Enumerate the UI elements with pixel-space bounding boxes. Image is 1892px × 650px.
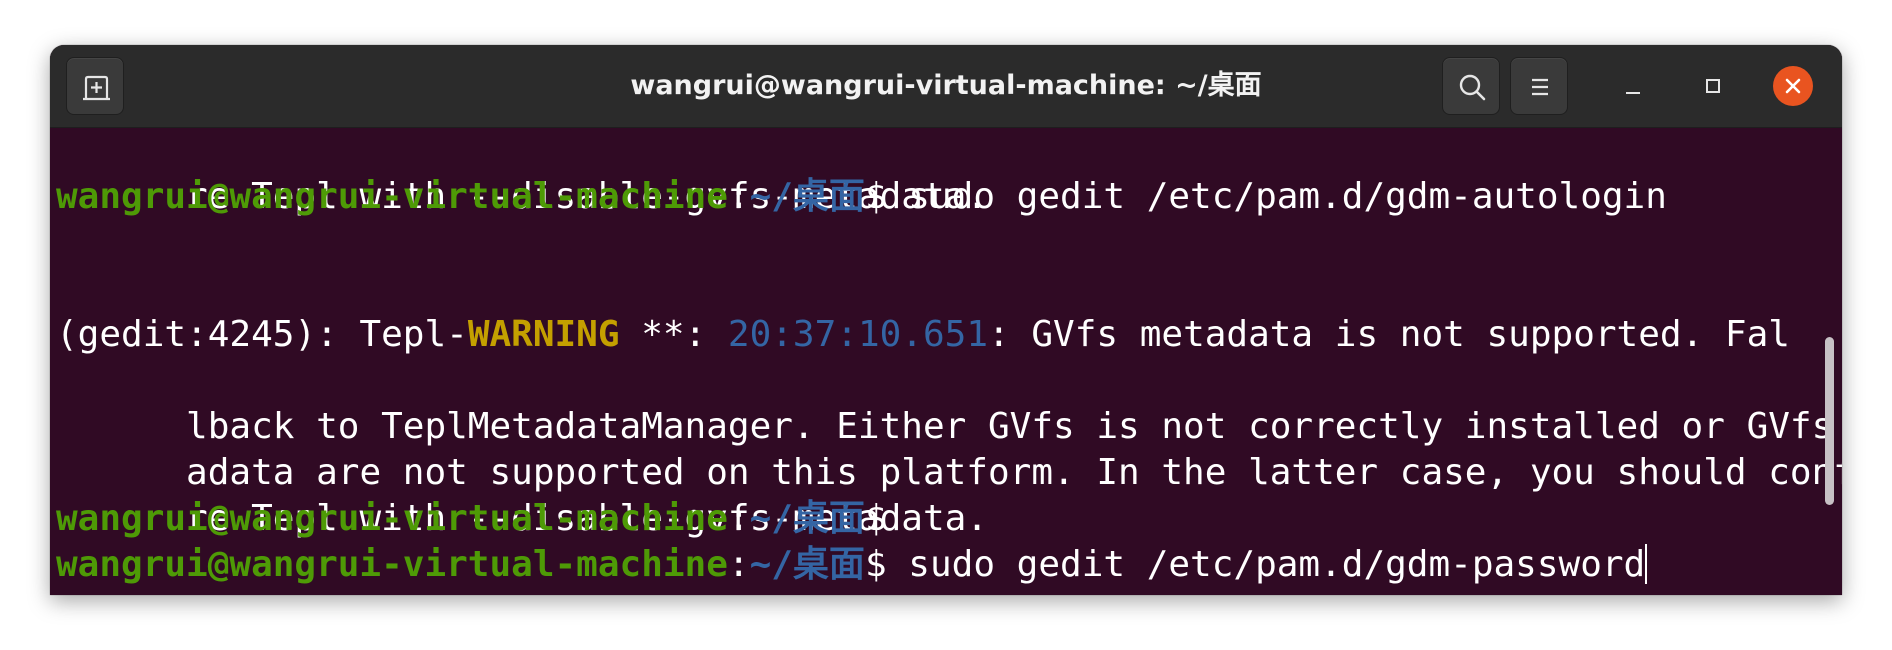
prompt-path: ~/桌面 [749,176,865,217]
hamburger-menu-icon [1532,78,1548,96]
output-line: adata are not supported on this platform… [56,404,1842,493]
prompt-user-host: wangrui@wangrui-virtual-machine [56,498,728,539]
prompt-symbol: $ [864,498,887,539]
warning-label: WARNING [467,314,620,355]
new-tab-icon [83,75,110,101]
close-icon [1785,78,1801,94]
output-line: lback to TeplMetadataManager. Either GVf… [56,358,1842,447]
terminal-output[interactable]: re Tepl with --disable-gvfs-metadata. wa… [50,128,1842,595]
scrollbar-thumb[interactable] [1825,337,1834,505]
output-line: re Tepl with --disable-gvfs-metadata. [56,128,988,217]
command-input[interactable]: sudo gedit /etc/pam.d/gdm-password [887,544,1645,585]
search-icon [1459,74,1486,101]
terminal-window: wangrui@wangrui-virtual-machine: ~/桌面 re… [50,45,1842,595]
prompt-user-host: wangrui@wangrui-virtual-machine [56,544,728,585]
prompt-symbol: $ [864,176,887,217]
menu-button[interactable] [1510,57,1568,115]
warning-timestamp: 20:37:10.651 [727,314,988,355]
window-title: wangrui@wangrui-virtual-machine: ~/桌面 [630,70,1262,101]
minimize-button[interactable] [1613,66,1653,106]
prompt-line: wangrui@wangrui-virtual-machine:~/桌面$ su… [56,174,1667,220]
search-button[interactable] [1442,57,1500,115]
warning-stars: **: [619,314,728,355]
new-tab-button[interactable] [66,57,124,115]
warning-message: : GVfs metadata is not supported. Fal [988,314,1790,355]
prompt-line: wangrui@wangrui-virtual-machine:~/桌面$ [56,496,887,542]
warning-prefix: (gedit:4245): Tepl- [56,314,468,355]
maximize-button[interactable] [1693,66,1733,106]
prompt-path: ~/桌面 [749,498,865,539]
prompt-line: wangrui@wangrui-virtual-machine:~/桌面$ su… [56,542,1648,588]
prompt-separator: : [727,498,750,539]
warning-line: (gedit:4245): Tepl-WARNING **: 20:37:10.… [56,312,1790,358]
close-button[interactable] [1773,66,1813,106]
prompt-symbol: $ [864,544,887,585]
prompt-user-host: wangrui@wangrui-virtual-machine [56,176,728,217]
output-line: re Tepl with --disable-gvfs-metadata. [56,450,988,539]
title-bar[interactable]: wangrui@wangrui-virtual-machine: ~/桌面 [50,45,1842,128]
minimize-icon [1626,92,1640,94]
command-text: sudo gedit /etc/pam.d/gdm-autologin [886,176,1667,217]
prompt-separator: : [727,544,750,585]
maximize-icon [1706,79,1720,93]
text-cursor [1645,544,1648,584]
prompt-path: ~/桌面 [749,544,865,585]
prompt-separator: : [727,176,750,217]
